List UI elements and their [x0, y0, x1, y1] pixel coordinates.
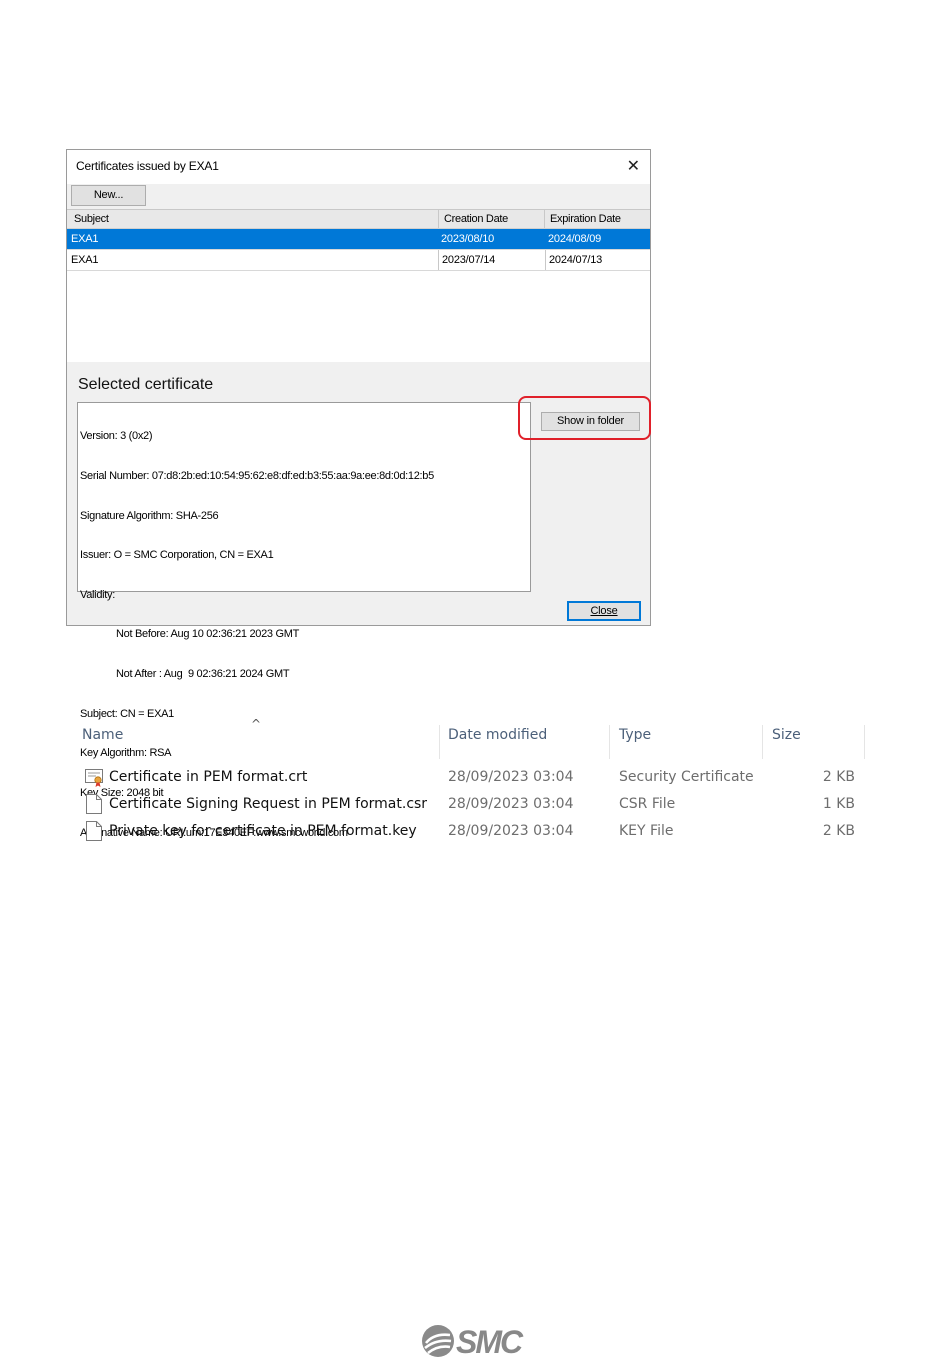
sort-ascending-icon: ^: [251, 717, 262, 731]
file-date-modified: 28/09/2023 03:04: [448, 769, 574, 785]
detail-version: Version: 3 (0x2): [80, 430, 153, 443]
certificates-dialog: Certificates issued by EXA1 ✕ New... Sub…: [66, 149, 651, 839]
smc-logo-icon: [422, 1325, 454, 1357]
column-header-date-modified[interactable]: Date modified: [448, 727, 547, 743]
file-row[interactable]: Certificate in PEM format.crt 28/09/2023…: [0, 766, 950, 792]
detail-validity: Validity:: [80, 588, 115, 601]
column-header-creation-date[interactable]: Creation Date: [439, 210, 545, 228]
column-divider[interactable]: [864, 725, 865, 759]
file-type: CSR File: [619, 796, 676, 812]
selected-certificate-heading: Selected certificate: [78, 376, 214, 393]
column-divider[interactable]: [439, 725, 440, 759]
file-name: Certificate in PEM format.crt: [109, 769, 308, 785]
row-expiration-date: 2024/07/13: [545, 250, 650, 270]
close-button-label: Close: [590, 605, 618, 617]
certificate-row-selected[interactable]: EXA1 2023/08/10 2024/08/09: [67, 229, 650, 249]
file-type: Security Certificate: [619, 769, 754, 785]
file-name: Private key for certificate in PEM forma…: [109, 823, 417, 839]
file-size: 2 KB: [822, 823, 855, 839]
generic-file-icon: [86, 821, 102, 841]
column-divider[interactable]: [609, 725, 610, 759]
show-in-folder-button[interactable]: Show in folder: [541, 412, 640, 431]
column-header-expiration-date[interactable]: Expiration Date: [545, 210, 650, 228]
dialog-titlebar: Certificates issued by EXA1 ✕: [67, 150, 650, 184]
file-date-modified: 28/09/2023 03:04: [448, 823, 574, 839]
file-row[interactable]: Private key for certificate in PEM forma…: [0, 820, 950, 846]
smc-logo: SMC: [420, 1322, 532, 1360]
column-header-size[interactable]: Size: [772, 727, 801, 743]
column-header-name[interactable]: Name: [82, 727, 123, 743]
file-type: KEY File: [619, 823, 674, 839]
close-button[interactable]: Close: [567, 601, 641, 621]
list-header: Subject Creation Date Expiration Date: [67, 210, 650, 229]
file-size: 2 KB: [822, 769, 855, 785]
row-creation-date: 2023/08/10: [441, 233, 495, 245]
close-icon[interactable]: ✕: [627, 156, 640, 176]
file-size: 1 KB: [822, 796, 855, 812]
detail-not-after: Not After : Aug 9 02:36:21 2024 GMT: [116, 668, 290, 681]
file-date-modified: 28/09/2023 03:04: [448, 796, 574, 812]
column-header-type[interactable]: Type: [619, 727, 651, 743]
smc-logo-text: SMC: [456, 1324, 523, 1360]
row-subject: EXA1: [71, 233, 99, 245]
detail-signature-algorithm: Signature Algorithm: SHA-256: [80, 509, 219, 522]
dialog-title: Certificates issued by EXA1: [76, 159, 219, 173]
certificate-details[interactable]: Version: 3 (0x2) Serial Number: 07:d8:2b…: [77, 402, 531, 839]
row-subject: EXA1: [71, 254, 99, 266]
file-row[interactable]: Certificate Signing Request in PEM forma…: [0, 793, 950, 819]
file-name: Certificate Signing Request in PEM forma…: [109, 796, 428, 812]
certificate-list: Subject Creation Date Expiration Date EX…: [67, 209, 650, 362]
column-header-subject[interactable]: Subject: [69, 210, 439, 228]
certificate-row[interactable]: EXA1 2023/07/14 2024/07/13: [67, 249, 650, 271]
detail-not-before: Not Before: Aug 10 02:36:21 2023 GMT: [116, 628, 300, 641]
row-expiration-date: 2024/08/09: [548, 233, 602, 245]
detail-issuer: Issuer: O = SMC Corporation, CN = EXA1: [80, 549, 274, 562]
column-divider[interactable]: [762, 725, 763, 759]
new-button[interactable]: New...: [71, 185, 146, 206]
generic-file-icon: [86, 794, 102, 814]
certificate-file-icon: [85, 769, 103, 787]
detail-serial-number: Serial Number: 07:d8:2b:ed:10:54:95:62:e…: [80, 470, 434, 483]
file-explorer-list: ^ Name Date modified Type Size Certifica…: [0, 700, 950, 860]
row-creation-date: 2023/07/14: [438, 250, 545, 270]
